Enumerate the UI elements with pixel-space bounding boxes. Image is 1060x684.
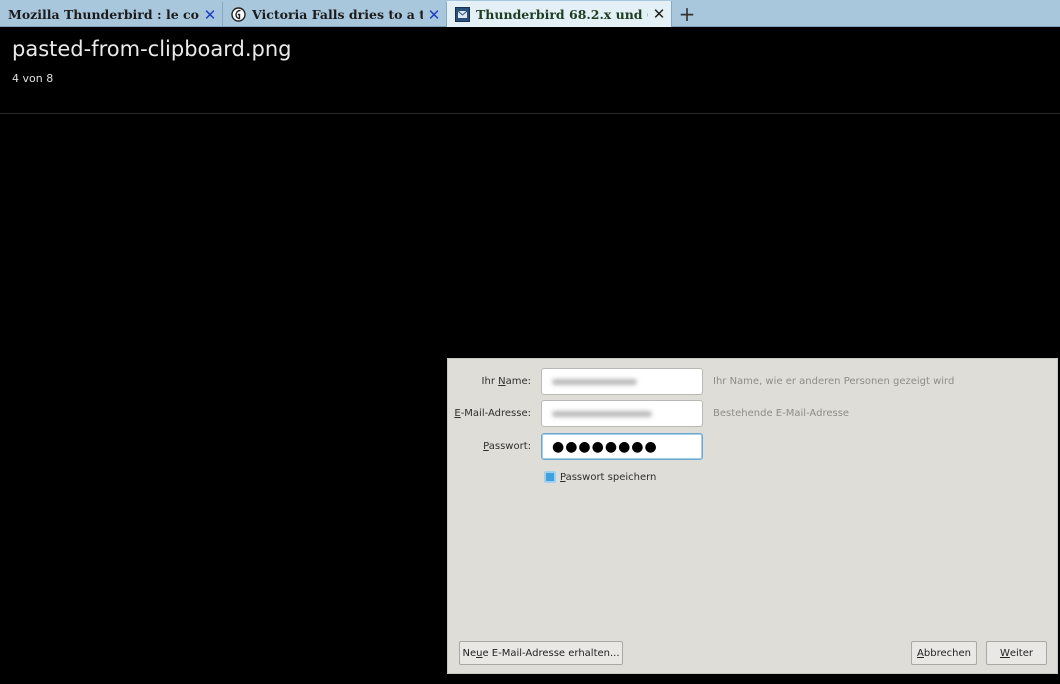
remember-password-checkbox[interactable] xyxy=(544,471,556,483)
tab-thunderbird-68[interactable]: Thunderbird 68.2.x und 68.3.0 e ✕ xyxy=(447,1,672,27)
close-icon[interactable]: ✕ xyxy=(426,6,442,24)
name-label: Ihr Name: xyxy=(481,376,531,387)
tab-victoria-falls[interactable]: Victoria Falls dries to a trickle a ✕ xyxy=(223,2,447,27)
tab-title: Thunderbird 68.2.x und 68.3.0 e xyxy=(476,6,648,22)
password-label: Passwort: xyxy=(483,441,531,452)
email-hint: Bestehende E-Mail-Adresse xyxy=(713,408,850,419)
new-tab-button[interactable]: + xyxy=(677,2,697,26)
password-field[interactable] xyxy=(541,433,703,460)
get-new-address-button[interactable]: Ne u e E-Mail-Adresse erhalten... xyxy=(459,641,623,665)
password-input[interactable] xyxy=(542,434,702,459)
image-counter: 4 von 8 xyxy=(12,72,54,85)
redacted-text xyxy=(552,379,637,385)
tab-title: Mozilla Thunderbird : le courrielleu xyxy=(8,7,199,22)
close-icon[interactable]: ✕ xyxy=(202,6,218,24)
thunderbird-icon xyxy=(455,6,470,22)
header-divider xyxy=(0,113,1060,114)
tab-thunderbird-fr[interactable]: Mozilla Thunderbird : le courrielleu ✕ xyxy=(0,2,223,27)
remember-password-label[interactable]: Passwort speichern xyxy=(560,472,656,483)
name-hint: Ihr Name, wie er anderen Personen gezeig… xyxy=(713,376,955,387)
name-field[interactable] xyxy=(541,368,703,395)
cancel-button[interactable]: Abbrechen xyxy=(911,641,977,665)
site-globe-icon xyxy=(231,7,246,22)
tab-bar: Mozilla Thunderbird : le courrielleu ✕ V… xyxy=(0,0,1060,27)
redacted-text xyxy=(552,411,652,417)
image-title: pasted-from-clipboard.png xyxy=(12,37,292,61)
next-button[interactable]: Weiter xyxy=(986,641,1047,665)
email-field[interactable] xyxy=(541,400,703,427)
email-label: E-Mail-Adresse: xyxy=(454,408,531,419)
close-icon[interactable]: ✕ xyxy=(651,5,667,23)
account-setup-dialog: Ihr Name: Ihr Name, wie er anderen Perso… xyxy=(447,358,1058,674)
tab-title: Victoria Falls dries to a trickle a xyxy=(252,7,423,22)
